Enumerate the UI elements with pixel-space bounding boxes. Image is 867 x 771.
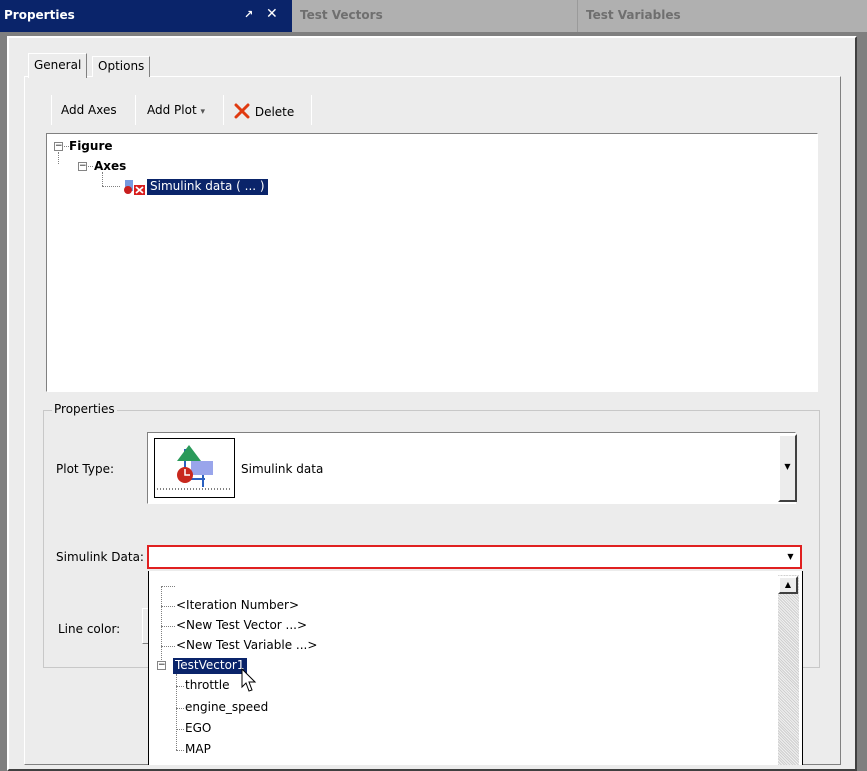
tree-node-figure[interactable]: Figure bbox=[69, 139, 113, 153]
tab-options[interactable]: Options bbox=[92, 56, 151, 77]
simulink-data-plot-icon bbox=[157, 445, 232, 490]
test-variables-tab[interactable]: Test Variables bbox=[578, 0, 867, 32]
toolbar-separator bbox=[51, 95, 52, 125]
list-item[interactable]: <Iteration Number> bbox=[176, 598, 299, 612]
plot-type-value: Simulink data bbox=[241, 462, 324, 476]
plot-tree[interactable] bbox=[46, 133, 818, 392]
list-item[interactable]: throttle bbox=[185, 678, 229, 692]
scroll-up-button[interactable]: ▲ bbox=[778, 576, 798, 594]
tree-line bbox=[161, 646, 175, 647]
tree-line bbox=[161, 586, 175, 587]
toolbar-separator bbox=[135, 95, 136, 125]
tree-line bbox=[176, 686, 184, 687]
list-item[interactable]: engine_speed bbox=[185, 700, 268, 714]
collapse-axes-icon[interactable]: − bbox=[78, 162, 87, 171]
add-plot-label: Add Plot bbox=[147, 103, 197, 117]
properties-group-title: Properties bbox=[52, 402, 117, 416]
collapse-testvector-icon[interactable]: − bbox=[157, 661, 166, 670]
pin-icon[interactable]: ↗ bbox=[244, 8, 253, 21]
delete-label: Delete bbox=[254, 105, 295, 119]
close-x-icon bbox=[234, 103, 250, 119]
tree-line bbox=[58, 152, 59, 164]
tree-node-simulink-data[interactable]: Simulink data ( ... ) bbox=[147, 179, 268, 195]
list-item[interactable]: MAP bbox=[185, 742, 211, 756]
delete-button[interactable]: Delete bbox=[233, 100, 294, 122]
add-plot-button[interactable]: Add Plot ▾ bbox=[147, 100, 205, 122]
tree-line bbox=[176, 750, 184, 751]
toolbar-separator bbox=[223, 95, 224, 125]
tree-line bbox=[176, 708, 184, 709]
mouse-cursor-icon bbox=[241, 668, 257, 692]
plot-type-preview bbox=[154, 438, 235, 498]
tree-line bbox=[88, 166, 93, 167]
tree-line bbox=[161, 586, 162, 664]
list-item[interactable]: <New Test Variable ...> bbox=[176, 638, 317, 652]
tab-general[interactable]: General bbox=[28, 53, 88, 78]
tree-node-axes[interactable]: Axes bbox=[94, 159, 126, 173]
dropdown-scrollbar[interactable] bbox=[778, 575, 799, 765]
collapse-figure-icon[interactable]: − bbox=[54, 142, 63, 151]
chevron-down-icon: ▾ bbox=[200, 107, 206, 117]
tree-line bbox=[161, 626, 175, 627]
properties-tab-title: Properties bbox=[4, 8, 75, 22]
simulink-data-select[interactable] bbox=[147, 545, 802, 569]
tree-line bbox=[176, 729, 184, 730]
simulink-data-label: Simulink Data: bbox=[56, 550, 144, 564]
tree-line bbox=[102, 186, 120, 187]
line-color-label: Line color: bbox=[58, 622, 121, 636]
properties-tab[interactable]: Properties ↗ ✕ bbox=[0, 0, 292, 32]
close-icon[interactable]: ✕ bbox=[266, 6, 278, 22]
test-vectors-tab[interactable]: Test Vectors bbox=[292, 0, 578, 32]
list-item-testvector1[interactable]: TestVector1 bbox=[173, 658, 247, 674]
plot-type-label: Plot Type: bbox=[56, 462, 115, 476]
simulink-data-error-icon bbox=[124, 180, 145, 195]
add-axes-button[interactable]: Add Axes bbox=[61, 100, 117, 122]
tree-line bbox=[161, 606, 175, 607]
toolbar-separator bbox=[311, 95, 312, 125]
tree-line bbox=[102, 172, 103, 186]
list-item[interactable]: <New Test Vector ...> bbox=[176, 618, 307, 632]
list-item[interactable]: EGO bbox=[185, 721, 211, 735]
simulink-data-dropdown-button[interactable]: ▼ bbox=[781, 549, 800, 566]
plot-type-dropdown-button[interactable]: ▼ bbox=[778, 434, 797, 502]
